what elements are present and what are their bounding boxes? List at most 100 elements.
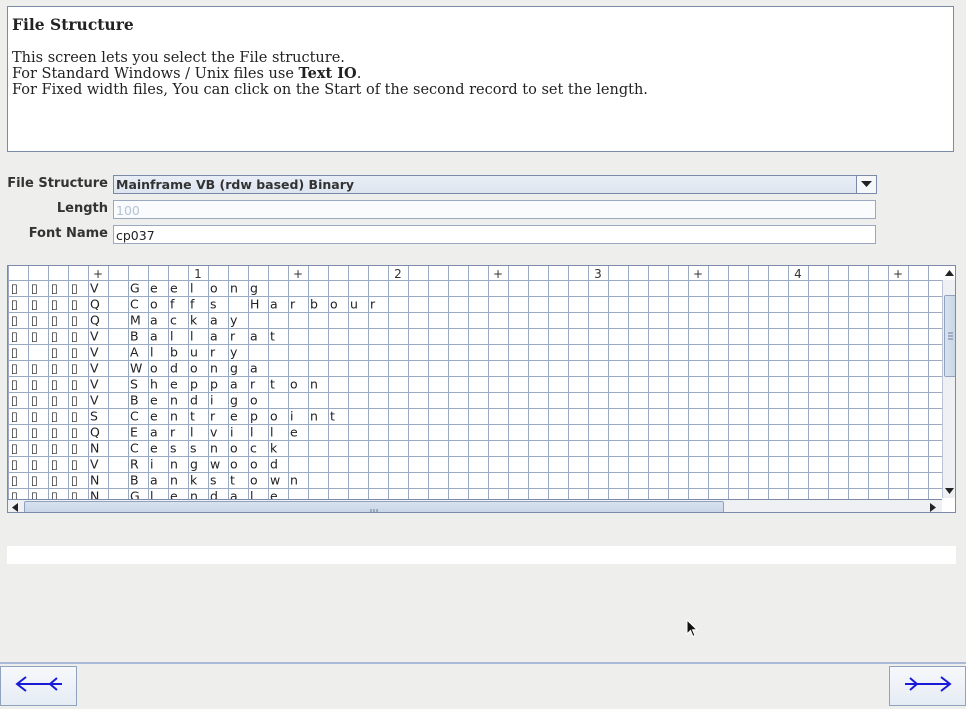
record-cell-char[interactable]: n [170, 393, 178, 408]
record-cell-char[interactable]: u [190, 345, 198, 360]
byte-placeholder-glyph[interactable]: ▯ [51, 329, 58, 344]
font-name-field[interactable]: cp037 [113, 225, 876, 244]
record-cell-char[interactable]: k [270, 441, 278, 456]
record-cell-char[interactable]: e [150, 393, 158, 408]
byte-placeholder-glyph[interactable]: ▯ [11, 393, 18, 408]
byte-placeholder-glyph[interactable]: ▯ [31, 409, 38, 424]
record-cell-char[interactable]: S [90, 409, 98, 424]
byte-placeholder-glyph[interactable]: ▯ [31, 489, 38, 500]
byte-placeholder-glyph[interactable]: ▯ [51, 473, 58, 488]
record-cell-char[interactable]: V [90, 377, 99, 392]
record-cell-char[interactable]: f [190, 297, 195, 312]
record-cell-char[interactable]: i [150, 457, 153, 472]
byte-placeholder-glyph[interactable]: ▯ [31, 313, 38, 328]
record-cell-char[interactable]: u [350, 297, 358, 312]
record-cell-char[interactable]: a [250, 329, 258, 344]
byte-placeholder-glyph[interactable]: ▯ [51, 425, 58, 440]
record-cell-char[interactable]: i [210, 393, 213, 408]
record-cell-char[interactable]: V [90, 329, 99, 344]
record-cell-char[interactable]: n [310, 377, 318, 392]
record-cell-char[interactable]: e [150, 409, 158, 424]
record-cell-char[interactable]: c [170, 313, 177, 328]
byte-placeholder-glyph[interactable]: ▯ [71, 361, 78, 376]
record-cell-char[interactable]: r [370, 297, 376, 312]
record-cell-char[interactable]: s [190, 441, 197, 456]
next-button[interactable] [889, 666, 966, 706]
back-button[interactable] [0, 666, 77, 706]
record-cell-char[interactable]: l [190, 425, 193, 440]
record-cell-char[interactable]: r [250, 377, 256, 392]
record-cell-char[interactable]: o [190, 361, 198, 376]
byte-placeholder-glyph[interactable]: ▯ [51, 345, 58, 360]
byte-placeholder-glyph[interactable]: ▯ [71, 425, 78, 440]
byte-placeholder-glyph[interactable]: ▯ [11, 361, 18, 376]
record-cell-char[interactable]: v [210, 425, 218, 440]
byte-placeholder-glyph[interactable]: ▯ [51, 297, 58, 312]
record-cell-char[interactable]: o [290, 377, 298, 392]
byte-placeholder-glyph[interactable]: ▯ [51, 489, 58, 500]
byte-placeholder-glyph[interactable]: ▯ [31, 329, 38, 344]
record-cell-char[interactable]: r [170, 425, 176, 440]
record-cell-char[interactable]: G [130, 489, 140, 500]
record-cell-char[interactable]: d [210, 489, 218, 500]
byte-placeholder-glyph[interactable]: ▯ [31, 457, 38, 472]
record-cell-char[interactable]: w [210, 457, 220, 472]
record-cell-char[interactable]: g [230, 393, 238, 408]
length-field[interactable]: 100 [113, 200, 876, 219]
byte-placeholder-glyph[interactable]: ▯ [11, 409, 18, 424]
record-cell-char[interactable]: C [130, 441, 139, 456]
byte-placeholder-glyph[interactable]: ▯ [31, 393, 38, 408]
byte-placeholder-glyph[interactable]: ▯ [11, 457, 18, 472]
record-grid[interactable]: +1 +2 +3 +4 + ▯ ▯ ▯ ▯ V Ge e l o n g ▯ ▯ ▯ ▯ Q Co f f s Ha r b o u r ▯… [7, 265, 956, 513]
record-cell-char[interactable]: V [90, 345, 99, 360]
file-structure-dropdown[interactable]: Mainframe VB (rdw based) Binary [113, 175, 877, 194]
record-cell-char[interactable]: e [170, 281, 178, 296]
record-cell-char[interactable]: A [130, 345, 139, 360]
scroll-left-icon[interactable] [8, 500, 22, 512]
record-cell-char[interactable]: n [170, 457, 178, 472]
record-cell-char[interactable]: a [230, 489, 238, 500]
record-cell-char[interactable]: n [170, 473, 178, 488]
byte-placeholder-glyph[interactable]: ▯ [51, 361, 58, 376]
record-cell-char[interactable]: Q [90, 313, 100, 328]
record-cell-char[interactable]: N [90, 489, 99, 500]
record-cell-char[interactable]: l [150, 345, 153, 360]
record-cell-char[interactable]: e [290, 425, 298, 440]
record-cell-char[interactable]: l [170, 329, 173, 344]
record-cell-char[interactable]: G [130, 281, 140, 296]
record-cell-char[interactable]: t [330, 409, 335, 424]
record-cell-char[interactable]: R [130, 457, 139, 472]
record-cell-char[interactable]: a [150, 425, 158, 440]
record-cell-char[interactable]: e [170, 489, 178, 500]
record-cell-char[interactable]: E [130, 425, 138, 440]
record-cell-char[interactable]: l [270, 425, 273, 440]
record-cell-char[interactable]: w [270, 473, 280, 488]
byte-placeholder-glyph[interactable]: ▯ [31, 361, 38, 376]
record-cell-char[interactable]: n [210, 361, 218, 376]
byte-placeholder-glyph[interactable]: ▯ [71, 457, 78, 472]
record-cell-char[interactable]: a [210, 329, 218, 344]
record-cell-char[interactable]: e [230, 409, 238, 424]
record-cell-char[interactable]: f [170, 297, 175, 312]
record-cell-char[interactable]: e [270, 489, 278, 500]
record-cell-char[interactable]: p [250, 409, 258, 424]
record-cell-char[interactable]: d [190, 393, 198, 408]
record-cell-char[interactable]: o [210, 281, 218, 296]
byte-placeholder-glyph[interactable]: ▯ [71, 281, 78, 296]
record-cell-char[interactable]: B [130, 473, 139, 488]
horizontal-scrollbar[interactable] [8, 499, 942, 512]
byte-placeholder-glyph[interactable]: ▯ [51, 313, 58, 328]
record-cell-char[interactable]: c [250, 441, 257, 456]
record-cell-char[interactable]: o [270, 409, 278, 424]
record-cell-char[interactable]: V [90, 457, 99, 472]
record-cell-char[interactable]: B [130, 393, 139, 408]
byte-placeholder-glyph[interactable]: ▯ [51, 457, 58, 472]
record-cell-char[interactable]: C [130, 409, 139, 424]
scroll-right-icon[interactable] [926, 500, 940, 512]
byte-placeholder-glyph[interactable]: ▯ [31, 473, 38, 488]
record-cell-char[interactable]: n [170, 409, 178, 424]
byte-placeholder-glyph[interactable]: ▯ [11, 297, 18, 312]
record-cell-char[interactable]: o [150, 361, 158, 376]
record-cell-char[interactable]: p [210, 377, 218, 392]
record-cell-char[interactable]: l [190, 329, 193, 344]
